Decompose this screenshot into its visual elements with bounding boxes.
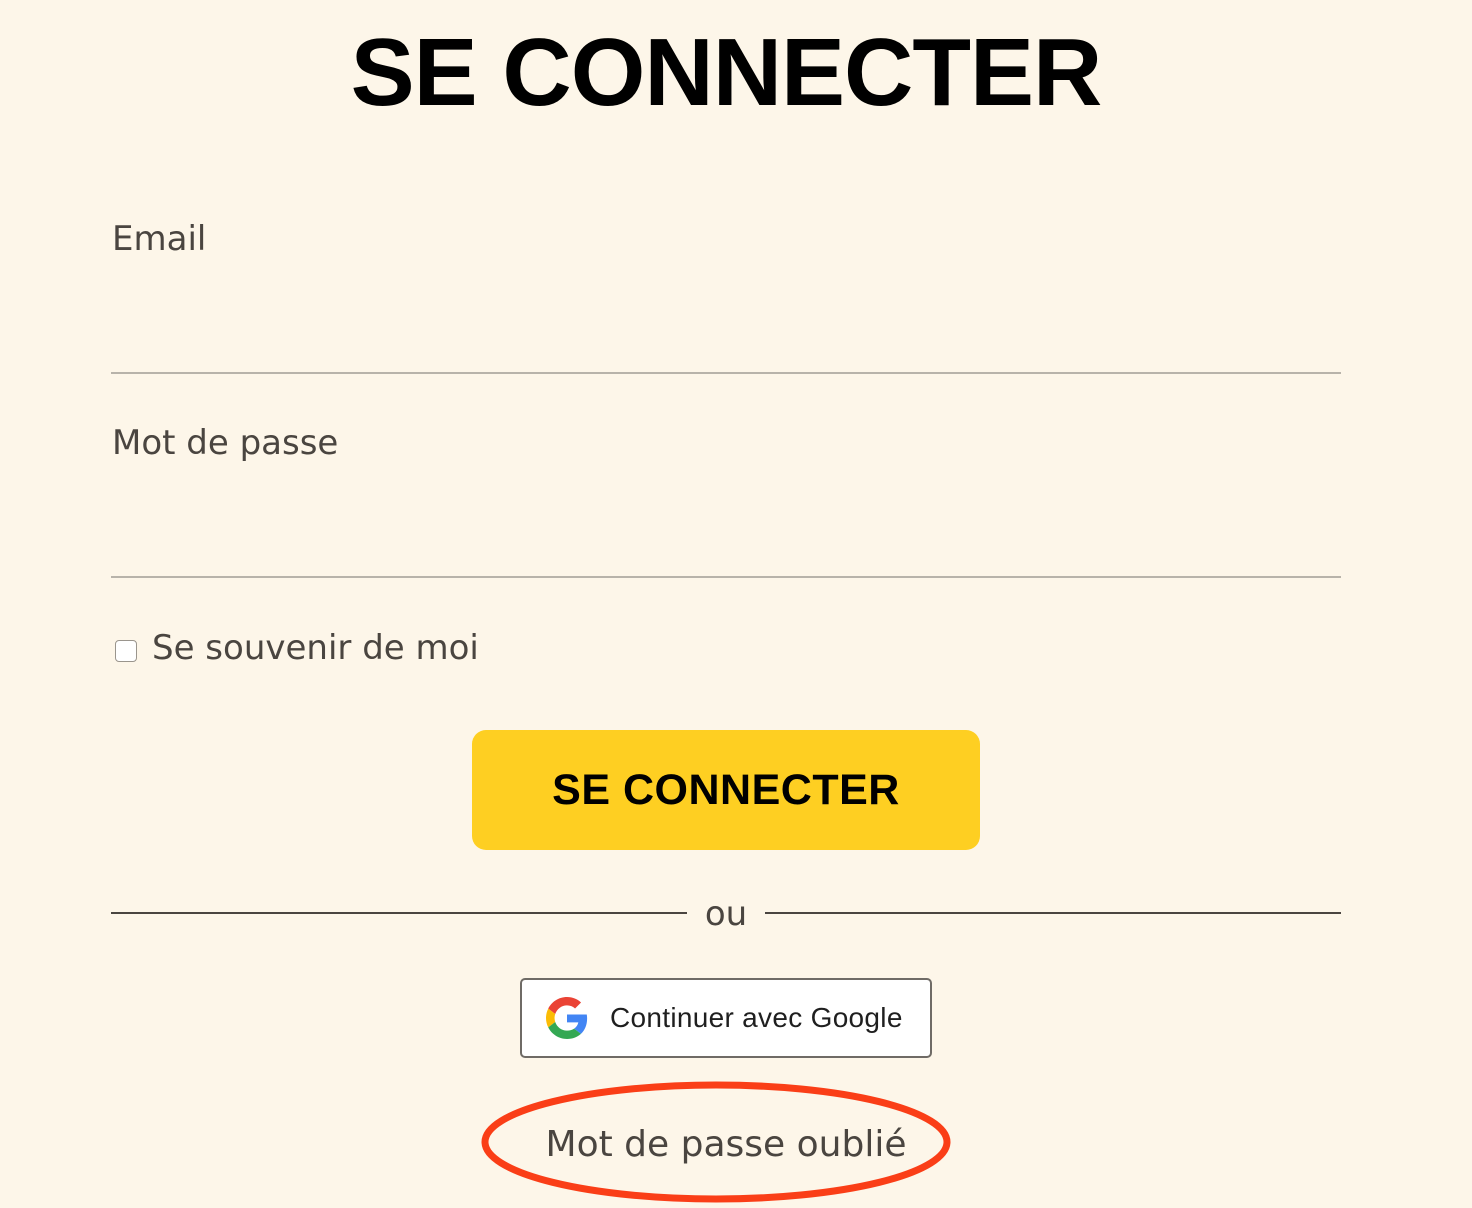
page-title: SE CONNECTER: [350, 19, 1103, 126]
password-field[interactable]: [111, 506, 1341, 578]
remember-me-checkbox[interactable]: [115, 640, 137, 662]
forgot-password-link[interactable]: Mot de passe oublié: [540, 1122, 912, 1168]
password-label: Mot de passe: [112, 423, 339, 463]
divider-line-right: [765, 912, 1341, 914]
google-signin-label: Continuer avec Google: [610, 1002, 903, 1033]
divider-line-left: [111, 912, 687, 914]
email-field[interactable]: [111, 302, 1341, 374]
google-signin-button[interactable]: Continuer avec Google: [520, 978, 932, 1058]
login-button[interactable]: SE CONNECTER: [472, 730, 980, 850]
divider-text: ou: [704, 894, 748, 934]
remember-me-label[interactable]: Se souvenir de moi: [152, 626, 479, 670]
remember-me-row[interactable]: Se souvenir de moi: [115, 626, 479, 670]
email-label: Email: [112, 219, 207, 259]
google-icon: [546, 997, 588, 1039]
